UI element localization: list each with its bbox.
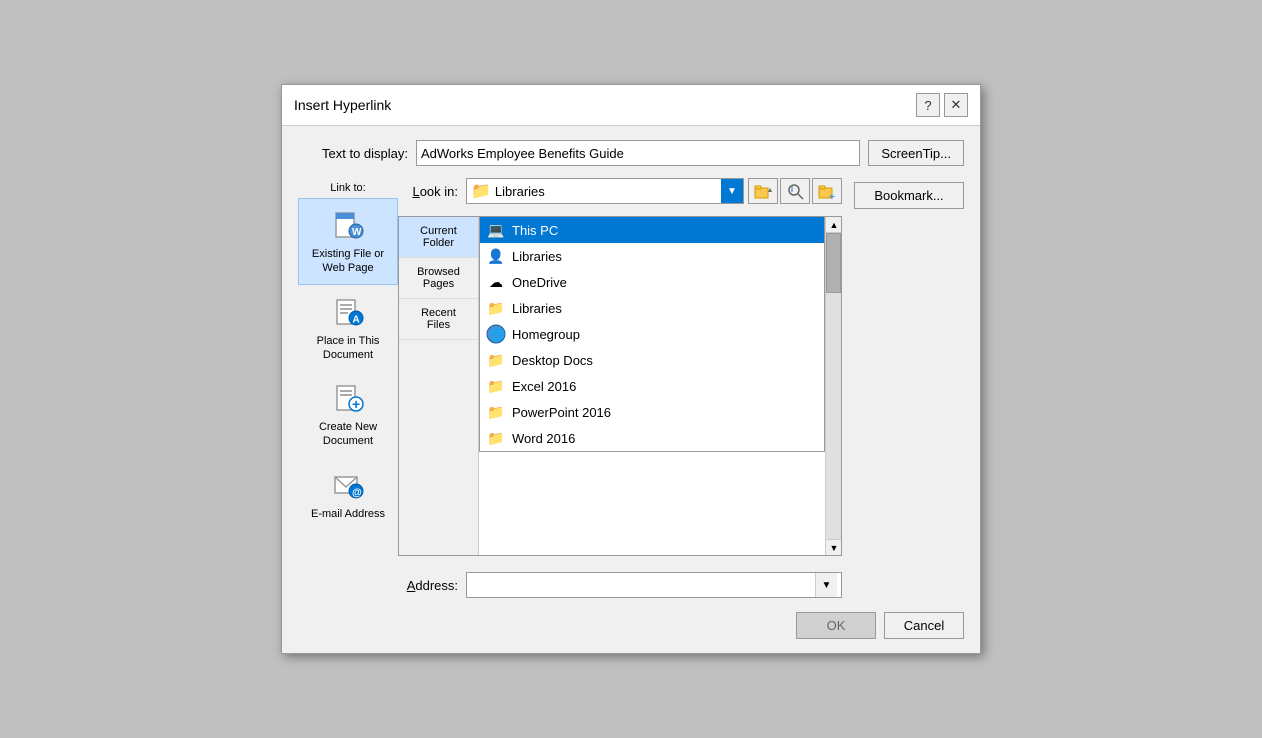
- dropdown-item-powerpoint-2016[interactable]: 📁 PowerPoint 2016: [480, 399, 824, 425]
- lookin-label: Look in:: [398, 184, 458, 199]
- right-side-buttons: Bookmark...: [854, 178, 964, 598]
- nav-item-existing-file[interactable]: W Existing File or Web Page: [298, 198, 398, 285]
- place-in-doc-icon: A: [330, 294, 366, 330]
- svg-text:W: W: [352, 227, 362, 238]
- word-icon: 📁: [486, 428, 506, 448]
- dropdown-item-excel-2016[interactable]: 📁 Excel 2016: [480, 373, 824, 399]
- scroll-down-button[interactable]: ▼: [826, 539, 841, 555]
- scrollbar-track: [826, 233, 841, 539]
- homegroup-label: Homegroup: [512, 327, 580, 342]
- help-button[interactable]: ?: [916, 93, 940, 117]
- nav-item-create-new-label: Create New Document: [303, 420, 393, 449]
- address-label: Address:: [398, 578, 458, 593]
- nav-item-email-address-label: E-mail Address: [311, 507, 385, 521]
- dialog-body: Text to display: ScreenTip... Link to: W: [282, 126, 980, 653]
- nav-item-existing-file-label: Existing File or Web Page: [303, 247, 393, 276]
- toolbar-buttons: +: [748, 178, 842, 204]
- text-to-display-row: Text to display: ScreenTip...: [298, 140, 964, 166]
- existing-file-icon: W: [330, 207, 366, 243]
- address-row: Address: ▼: [398, 572, 842, 598]
- dropdown-item-libraries-user[interactable]: 👤 Libraries: [480, 243, 824, 269]
- lookin-dropdown-button[interactable]: ▼: [721, 179, 743, 203]
- lookin-current-value: Libraries: [495, 184, 545, 199]
- content-area: Look in: 📁 Libraries ▼: [398, 178, 842, 598]
- onedrive-label: OneDrive: [512, 275, 567, 290]
- scrollbar-area: ▲ ▼: [825, 217, 841, 555]
- desktop-docs-icon: 📁: [486, 350, 506, 370]
- desktop-docs-label: Desktop Docs: [512, 353, 593, 368]
- dropdown-item-desktop-docs[interactable]: 📁 Desktop Docs: [480, 347, 824, 373]
- this-pc-label: This PC: [512, 223, 558, 238]
- powerpoint-icon: 📁: [486, 402, 506, 422]
- dropdown-item-libraries[interactable]: 📁 Libraries: [480, 295, 824, 321]
- create-new-icon: +: [330, 380, 366, 416]
- email-address-icon: @: [330, 467, 366, 503]
- bottom-row: OK Cancel: [298, 612, 964, 639]
- libraries-label: Libraries: [512, 301, 562, 316]
- dropdown-item-word-2016[interactable]: 📁 Word 2016: [480, 425, 824, 451]
- user-icon: 👤: [486, 246, 506, 266]
- lookin-select-inner: 📁 Libraries: [467, 181, 721, 201]
- close-button[interactable]: ✕: [944, 93, 968, 117]
- svg-text:🌐: 🌐: [490, 328, 505, 342]
- nav-item-place-in-doc-label: Place in This Document: [303, 334, 393, 363]
- screentip-button[interactable]: ScreenTip...: [868, 140, 964, 166]
- this-pc-icon: 💻: [486, 220, 506, 240]
- ok-button[interactable]: OK: [796, 612, 876, 639]
- excel-2016-label: Excel 2016: [512, 379, 576, 394]
- scroll-up-button[interactable]: ▲: [826, 217, 841, 233]
- nav-item-email-address[interactable]: @ E-mail Address: [298, 458, 398, 530]
- scrollbar-thumb: [826, 233, 841, 293]
- bookmark-button[interactable]: Bookmark...: [854, 182, 964, 209]
- homegroup-icon: 🌐: [486, 324, 506, 344]
- lookin-row: Look in: 📁 Libraries ▼: [398, 178, 842, 204]
- link-to-label: Link to:: [298, 182, 398, 194]
- sidebar-navigation: CurrentFolder BrowsedPages RecentFiles: [399, 217, 479, 555]
- sidebar-current-folder[interactable]: CurrentFolder: [399, 217, 478, 258]
- toolbar-folder-up-button[interactable]: [748, 178, 778, 204]
- svg-text:+: +: [352, 396, 360, 412]
- cancel-button[interactable]: Cancel: [884, 612, 964, 639]
- nav-item-create-new[interactable]: + Create New Document: [298, 371, 398, 458]
- main-section: Link to: W Existing File or Web Page: [298, 178, 964, 598]
- dropdown-item-this-pc[interactable]: 💻 This PC: [480, 217, 824, 243]
- libraries-user-label: Libraries: [512, 249, 562, 264]
- address-input-container[interactable]: ▼: [466, 572, 842, 598]
- toolbar-folder-new-button[interactable]: +: [812, 178, 842, 204]
- lookin-select[interactable]: 📁 Libraries ▼: [466, 178, 744, 204]
- dialog-title: Insert Hyperlink: [294, 97, 391, 113]
- nav-item-place-in-doc[interactable]: A Place in This Document: [298, 285, 398, 372]
- file-list-container: 💻 This PC 👤 Libraries ☁ OneDrive: [479, 217, 841, 555]
- text-to-display-input[interactable]: [416, 140, 860, 166]
- dropdown-item-homegroup[interactable]: 🌐 Homegroup: [480, 321, 824, 347]
- insert-hyperlink-dialog: Insert Hyperlink ? ✕ Text to display: Sc…: [281, 84, 981, 654]
- excel-icon: 📁: [486, 376, 506, 396]
- libraries-icon: 📁: [486, 298, 506, 318]
- powerpoint-2016-label: PowerPoint 2016: [512, 405, 611, 420]
- sidebar-browsed-pages[interactable]: BrowsedPages: [399, 258, 478, 299]
- title-bar-controls: ? ✕: [916, 93, 968, 117]
- word-2016-label: Word 2016: [512, 431, 575, 446]
- link-to-nav: Link to: W Existing File or Web Page: [298, 178, 398, 598]
- svg-text:@: @: [352, 487, 362, 498]
- address-dropdown-button[interactable]: ▼: [815, 573, 837, 597]
- text-to-display-label: Text to display:: [298, 146, 408, 161]
- sidebar-recent-files[interactable]: RecentFiles: [399, 299, 478, 340]
- title-bar: Insert Hyperlink ? ✕: [282, 85, 980, 126]
- svg-text:+: +: [829, 192, 835, 200]
- file-browser: CurrentFolder BrowsedPages RecentFiles 💻…: [398, 216, 842, 556]
- dropdown-item-onedrive[interactable]: ☁ OneDrive: [480, 269, 824, 295]
- toolbar-search-button[interactable]: [780, 178, 810, 204]
- onedrive-icon: ☁: [486, 272, 506, 292]
- dropdown-list: 💻 This PC 👤 Libraries ☁ OneDrive: [479, 217, 825, 452]
- lookin-folder-icon: 📁: [471, 181, 491, 201]
- svg-text:A: A: [353, 314, 360, 325]
